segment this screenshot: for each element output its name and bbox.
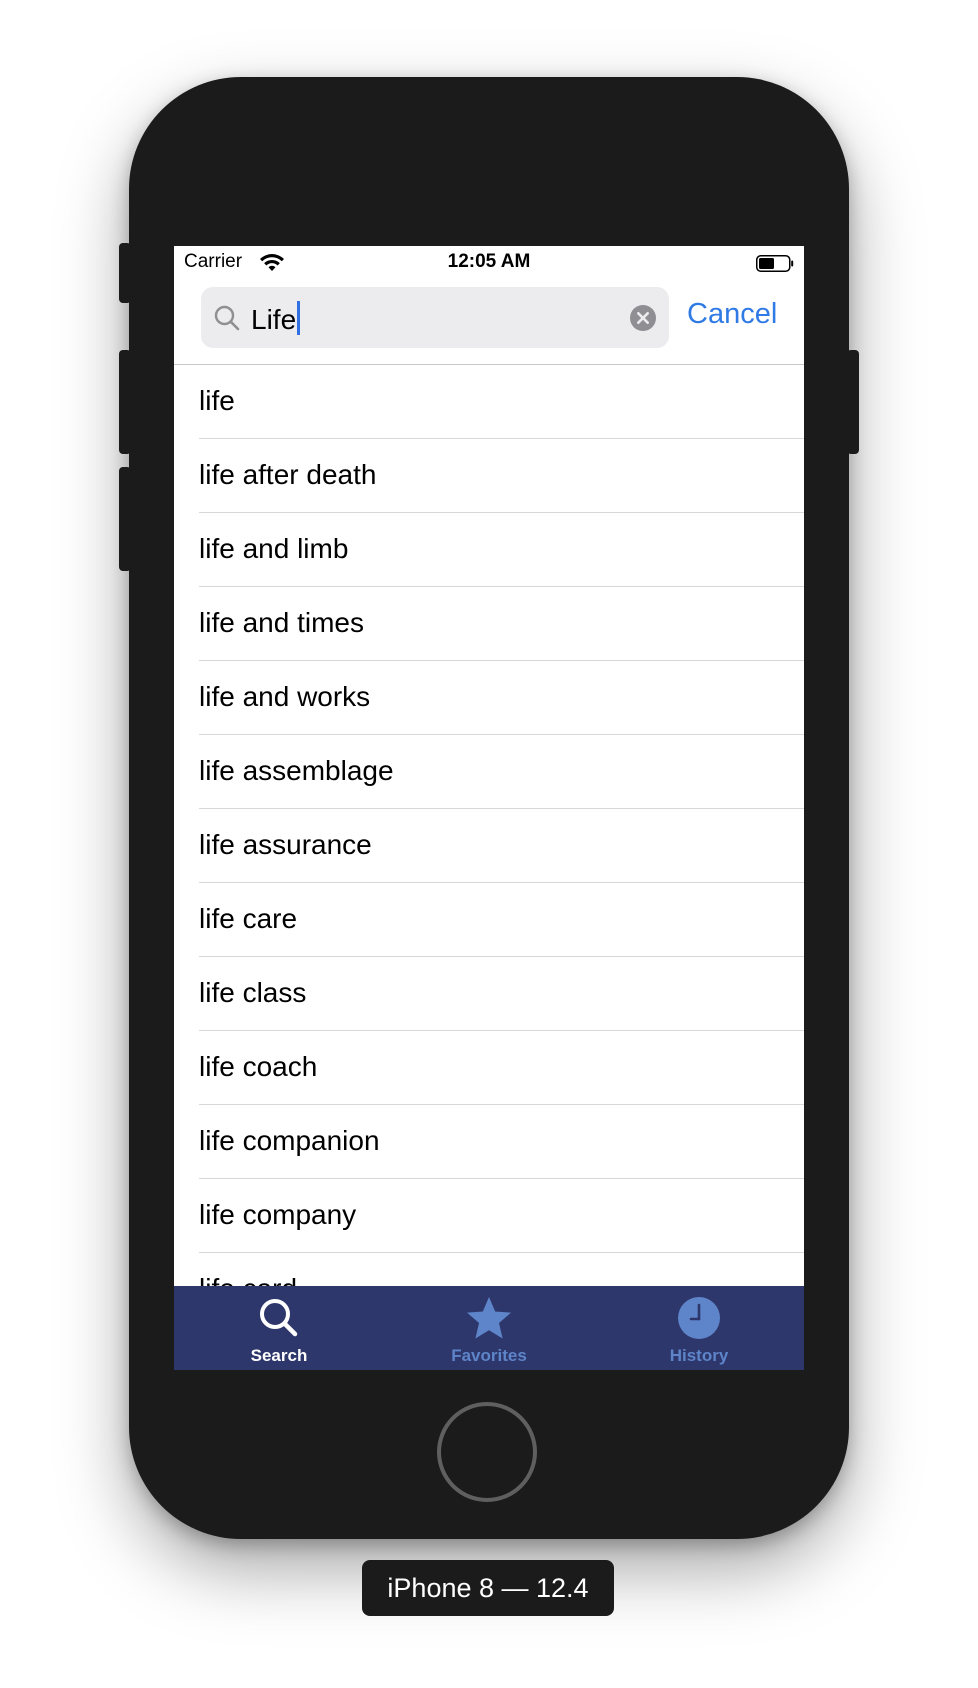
list-item[interactable]: life and works xyxy=(174,661,804,735)
list-item[interactable]: life card xyxy=(174,1253,804,1286)
list-item-label: life and works xyxy=(199,681,371,712)
list-item-label: life companion xyxy=(199,1125,380,1156)
list-item-label: life coach xyxy=(199,1051,318,1082)
phone-screen: Carrier 12:05 AM Life Cancel life life a… xyxy=(174,246,804,1370)
list-item[interactable]: life and times xyxy=(174,587,804,661)
list-item[interactable]: life company xyxy=(174,1179,804,1253)
home-button[interactable] xyxy=(437,1402,537,1502)
tab-search[interactable]: Search xyxy=(174,1286,384,1370)
list-item-label: life card xyxy=(199,1273,297,1286)
list-item-label: life assemblage xyxy=(199,755,394,786)
search-icon xyxy=(260,1299,298,1337)
battery-icon xyxy=(756,255,794,272)
clock-icon xyxy=(678,1297,720,1339)
list-item-label: life and times xyxy=(199,607,364,638)
clear-icon[interactable] xyxy=(629,304,657,332)
list-item-label: life after death xyxy=(199,459,377,490)
clock-time: 12:05 AM xyxy=(447,251,531,272)
tab-label: Favorites xyxy=(451,1346,527,1365)
list-item[interactable]: life coach xyxy=(174,1031,804,1105)
mute-switch xyxy=(119,243,131,303)
list-item-label: life care xyxy=(199,903,298,934)
results-list[interactable]: life life after death life and limb life an… xyxy=(174,365,804,1286)
tab-label: History xyxy=(669,1346,729,1365)
search-input[interactable]: Life xyxy=(251,301,301,336)
text-caret xyxy=(297,301,301,335)
list-item[interactable]: life and limb xyxy=(174,513,804,587)
list-item[interactable]: life xyxy=(174,365,804,439)
list-item[interactable]: life care xyxy=(174,883,804,957)
simulator-stage: Carrier 12:05 AM Life Cancel life life a… xyxy=(0,0,978,1688)
list-item-label: life and limb xyxy=(199,533,349,564)
list-item-label: life class xyxy=(199,977,307,1008)
power-button xyxy=(847,350,859,454)
search-bar: Life Cancel xyxy=(174,280,804,365)
volume-up-button xyxy=(119,350,131,454)
list-item-label: life company xyxy=(199,1199,357,1230)
status-bar: Carrier 12:05 AM xyxy=(174,246,804,280)
tab-favorites[interactable]: Favorites xyxy=(384,1286,594,1370)
volume-down-button xyxy=(119,467,131,571)
tab-label: Search xyxy=(250,1346,308,1365)
cancel-button[interactable]: Cancel xyxy=(687,298,777,331)
list-item-label: life assurance xyxy=(199,829,372,860)
list-item[interactable]: life companion xyxy=(174,1105,804,1179)
search-field[interactable]: Life xyxy=(201,287,669,348)
list-item[interactable]: life after death xyxy=(174,439,804,513)
search-input-text: Life xyxy=(251,304,297,335)
list-item-label: life xyxy=(199,385,235,416)
search-icon xyxy=(214,305,240,331)
list-item[interactable]: life class xyxy=(174,957,804,1031)
device-caption: iPhone 8 — 12.4 xyxy=(362,1560,614,1616)
tab-history[interactable]: History xyxy=(594,1286,804,1370)
list-item[interactable]: life assurance xyxy=(174,809,804,883)
star-icon xyxy=(467,1297,511,1339)
tab-bar: Search Favorites History xyxy=(174,1286,804,1370)
list-item[interactable]: life assemblage xyxy=(174,735,804,809)
